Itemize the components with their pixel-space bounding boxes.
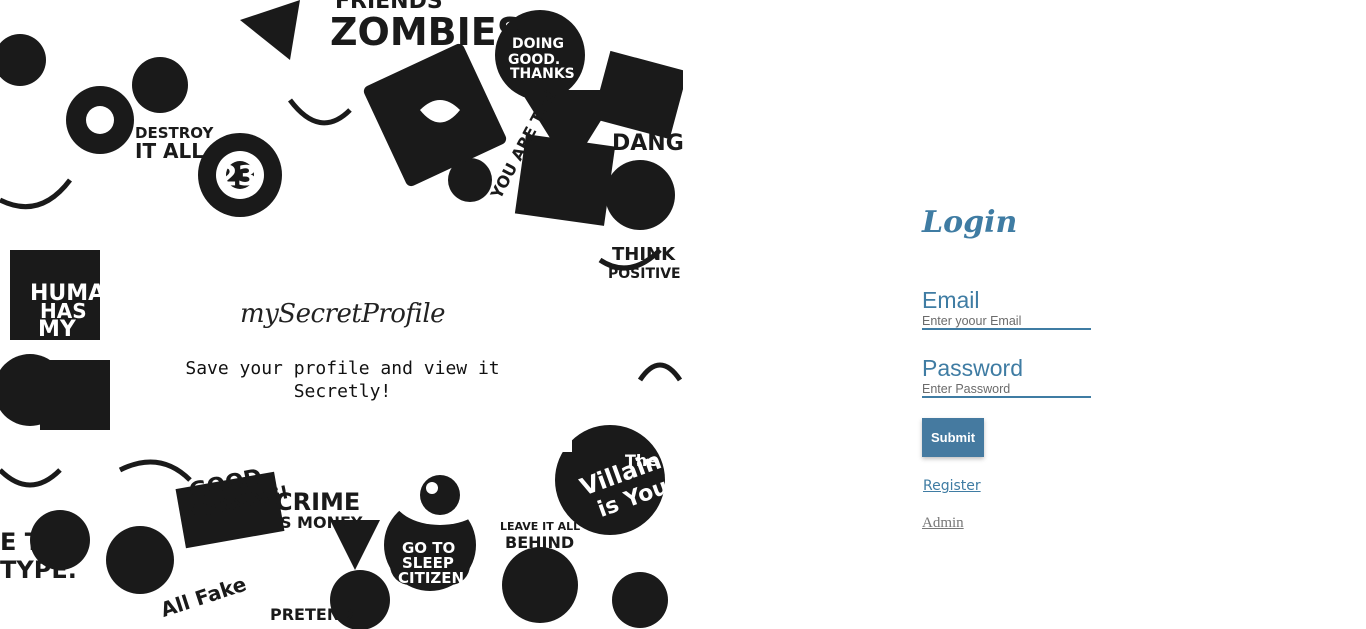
svg-text:MY: MY — [38, 317, 77, 342]
svg-text:IS MONEY: IS MONEY — [274, 513, 363, 532]
svg-text:BEHIND: BEHIND — [505, 533, 574, 552]
svg-text:THINK: THINK — [612, 244, 676, 265]
svg-text:TYPE.: TYPE. — [0, 556, 77, 584]
svg-text:DOING: DOING — [512, 36, 564, 52]
svg-text:DANG: DANG — [612, 131, 683, 156]
svg-text:IT ALL: IT ALL — [135, 139, 204, 163]
email-input[interactable] — [922, 313, 1091, 330]
brand-logo-text: mySecretProfile — [239, 299, 446, 329]
hero-art-panel: ZOMBIES FRIENDS DOING GOOD. THANKS DESTR… — [0, 0, 683, 629]
password-input[interactable] — [922, 381, 1091, 398]
register-link[interactable]: Register — [923, 478, 981, 494]
svg-text:CITIZEN.: CITIZEN. — [398, 569, 470, 587]
tagline: Save your profile and view it Secretly! — [185, 358, 500, 402]
password-label: Password — [922, 355, 1023, 381]
svg-text:23: 23 — [218, 159, 257, 192]
svg-text:LEAVE IT ALL: LEAVE IT ALL — [500, 520, 580, 533]
intro-card: mySecretProfile Save your profile and vi… — [113, 237, 572, 452]
svg-text:ZOMBIES: ZOMBIES — [330, 10, 524, 54]
admin-link[interactable]: Admin — [922, 515, 982, 532]
email-label: Email — [922, 287, 980, 313]
svg-text:FRIENDS: FRIENDS — [335, 0, 443, 14]
svg-text:PRETEND: PRETEND — [270, 605, 354, 624]
login-form: Login Email Password Submit Register Adm… — [922, 205, 1182, 532]
svg-text:THANKS: THANKS — [510, 66, 575, 82]
submit-button[interactable]: Submit — [922, 418, 984, 457]
login-heading: Login — [922, 205, 1018, 240]
svg-text:POSITIVE: POSITIVE — [608, 266, 681, 282]
svg-text:CRIME: CRIME — [275, 488, 360, 516]
svg-text:E THE: E THE — [0, 528, 78, 556]
